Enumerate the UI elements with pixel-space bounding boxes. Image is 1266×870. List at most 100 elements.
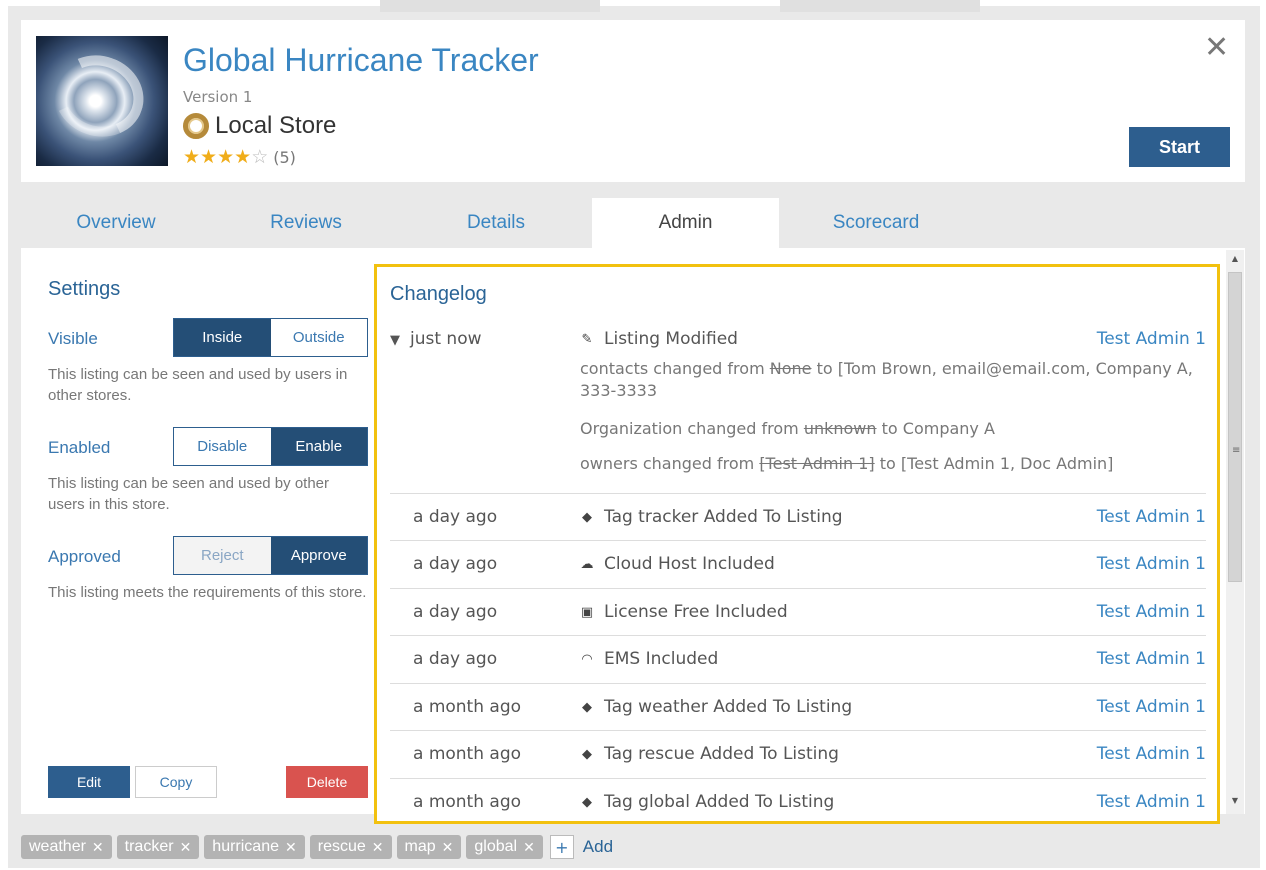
changelog-row[interactable]: a day ago ☁ Cloud Host Included Test Admi… [390, 540, 1206, 588]
rating-count: (5) [273, 147, 296, 167]
changelog-action: ✎ Listing Modified [581, 329, 738, 349]
changelog-when: a month ago [413, 697, 522, 717]
changelog-user-link[interactable]: Test Admin 1 [1097, 649, 1206, 669]
scroll-down-icon[interactable]: ▼ [1226, 796, 1244, 805]
approved-label: Approved [48, 547, 121, 566]
change-detail-owners: owners changed from [Test Admin 1] to [T… [580, 454, 1114, 473]
headset-icon: ◠ [581, 651, 593, 667]
reject-button[interactable]: Reject [174, 537, 271, 574]
visible-outside-button[interactable]: Outside [270, 319, 367, 356]
changelog-row[interactable]: a month ago ◆ Tag rescue Added To Listing… [390, 730, 1206, 778]
tab-reviews[interactable]: Reviews [211, 198, 401, 248]
remove-tag-icon[interactable]: ✕ [442, 839, 454, 856]
store-icon [183, 113, 209, 139]
scrollbar[interactable]: ▲ ≡ ▼ [1226, 250, 1244, 814]
remove-tag-icon[interactable]: ✕ [285, 839, 297, 856]
disable-button[interactable]: Disable [174, 428, 271, 465]
admin-panel: Settings Visible Inside Outside This lis… [21, 248, 1245, 824]
grip-icon: ≡ [1232, 445, 1241, 456]
changelog-user-link[interactable]: Test Admin 1 [1097, 602, 1206, 622]
remove-tag-icon[interactable]: ✕ [523, 839, 535, 856]
change-detail-organization: Organization changed from unknown to Com… [580, 419, 995, 438]
changelog-action: ◆ Tag weather Added To Listing [582, 697, 853, 717]
changelog-row[interactable]: a day ago ◆ Tag tracker Added To Listing … [390, 493, 1206, 541]
visible-inside-button[interactable]: Inside [174, 319, 271, 356]
approved-description: This listing meets the requirements of t… [48, 584, 367, 601]
enabled-description: This listing can be seen and used by oth… [48, 475, 330, 513]
approved-toggle: Reject Approve [173, 536, 368, 575]
listing-thumbnail-image [36, 36, 168, 166]
tag-icon: ◆ [582, 794, 592, 810]
cloud-icon: ☁ [580, 556, 594, 572]
tab-scorecard[interactable]: Scorecard [781, 198, 971, 248]
remove-tag-icon[interactable]: ✕ [180, 839, 192, 856]
tag-chip[interactable]: global ✕ [466, 835, 543, 859]
tag-icon: ◆ [582, 699, 592, 715]
enable-button[interactable]: Enable [270, 428, 367, 465]
changelog-title: Changelog [390, 283, 487, 305]
start-button[interactable]: Start [1129, 127, 1230, 167]
tag-list: weather ✕ tracker ✕ hurricane ✕ rescue ✕ map… [21, 834, 613, 860]
tag-chip[interactable]: map ✕ [396, 835, 462, 859]
changelog-user-link[interactable]: Test Admin 1 [1097, 329, 1206, 349]
approve-button[interactable]: Approve [270, 537, 367, 574]
tab-overview[interactable]: Overview [21, 198, 211, 248]
tag-icon: ◆ [582, 746, 592, 762]
changelog-action: ◠ EMS Included [581, 649, 719, 669]
tag-chip[interactable]: weather ✕ [21, 835, 112, 859]
background-decoration [780, 0, 980, 12]
store-name: Local Store [183, 112, 336, 140]
scroll-up-icon[interactable]: ▲ [1226, 254, 1244, 263]
tab-admin[interactable]: Admin [592, 198, 779, 248]
license-icon: ▣ [580, 604, 594, 620]
store-label: Local Store [215, 112, 337, 139]
visible-toggle: Inside Outside [173, 318, 368, 357]
star-filled-icon: ★ [200, 146, 218, 168]
changelog-row[interactable]: a month ago ◆ Tag weather Added To Listin… [390, 683, 1206, 731]
add-tag-plus-icon[interactable]: + [549, 835, 574, 859]
tab-bar: Overview Reviews Details Admin Scorecard [21, 198, 1245, 248]
changelog-user-link[interactable]: Test Admin 1 [1097, 744, 1206, 764]
changelog-user-link[interactable]: Test Admin 1 [1097, 792, 1206, 812]
changelog-row[interactable]: a day ago ▣ License Free Included Test Ad… [390, 588, 1206, 636]
edit-button[interactable]: Edit [48, 766, 130, 798]
changelog-when: a day ago [413, 507, 498, 527]
close-icon[interactable]: ✕ [1204, 30, 1229, 65]
tag-chip[interactable]: hurricane ✕ [204, 835, 305, 859]
enabled-label: Enabled [48, 438, 111, 457]
remove-tag-icon[interactable]: ✕ [92, 839, 104, 856]
copy-button[interactable]: Copy [135, 766, 217, 798]
changelog-panel: Changelog ▼ just now ✎ Listing Modified Te… [374, 264, 1220, 824]
changelog-user-link[interactable]: Test Admin 1 [1097, 554, 1206, 574]
tab-details[interactable]: Details [401, 198, 591, 248]
tag-chip[interactable]: rescue ✕ [309, 835, 392, 859]
caret-down-icon[interactable]: ▼ [390, 333, 400, 348]
star-empty-icon: ☆ [251, 146, 269, 168]
scrollbar-thumb[interactable]: ≡ [1228, 272, 1242, 582]
add-tag-button[interactable]: Add [583, 837, 613, 857]
listing-header: Global Hurricane Tracker Version 1 Local… [21, 20, 1245, 182]
tag-icon: ◆ [582, 509, 592, 525]
delete-button[interactable]: Delete [286, 766, 368, 798]
changelog-action: ☁ Cloud Host Included [580, 554, 775, 574]
changelog-action: ◆ Tag global Added To Listing [582, 792, 835, 812]
star-filled-icon: ★ [217, 146, 235, 168]
enabled-toggle: Disable Enable [173, 427, 368, 466]
changelog-row[interactable]: a month ago ◆ Tag global Added To Listing… [390, 778, 1206, 821]
visible-description: This listing can be seen and used by use… [48, 366, 348, 404]
listing-title: Global Hurricane Tracker [183, 42, 539, 78]
remove-tag-icon[interactable]: ✕ [372, 839, 384, 856]
edit-icon: ✎ [581, 331, 593, 347]
changelog-user-link[interactable]: Test Admin 1 [1097, 507, 1206, 527]
tag-chip[interactable]: tracker ✕ [116, 835, 200, 859]
changelog-when: a day ago [413, 602, 498, 622]
changelog-user-link[interactable]: Test Admin 1 [1097, 697, 1206, 717]
changelog-action: ▣ License Free Included [580, 602, 788, 622]
changelog-action: ◆ Tag tracker Added To Listing [582, 507, 843, 527]
star-filled-icon: ★ [234, 146, 252, 168]
changelog-when: a month ago [413, 744, 522, 764]
change-detail-contacts: contacts changed from None to [Tom Brown… [580, 359, 1193, 400]
rating-stars: ★ ★ ★ ★ ☆ (5) [183, 146, 296, 168]
changelog-row[interactable]: a day ago ◠ EMS Included Test Admin 1 [390, 635, 1206, 683]
changelog-when: a day ago [413, 649, 498, 669]
